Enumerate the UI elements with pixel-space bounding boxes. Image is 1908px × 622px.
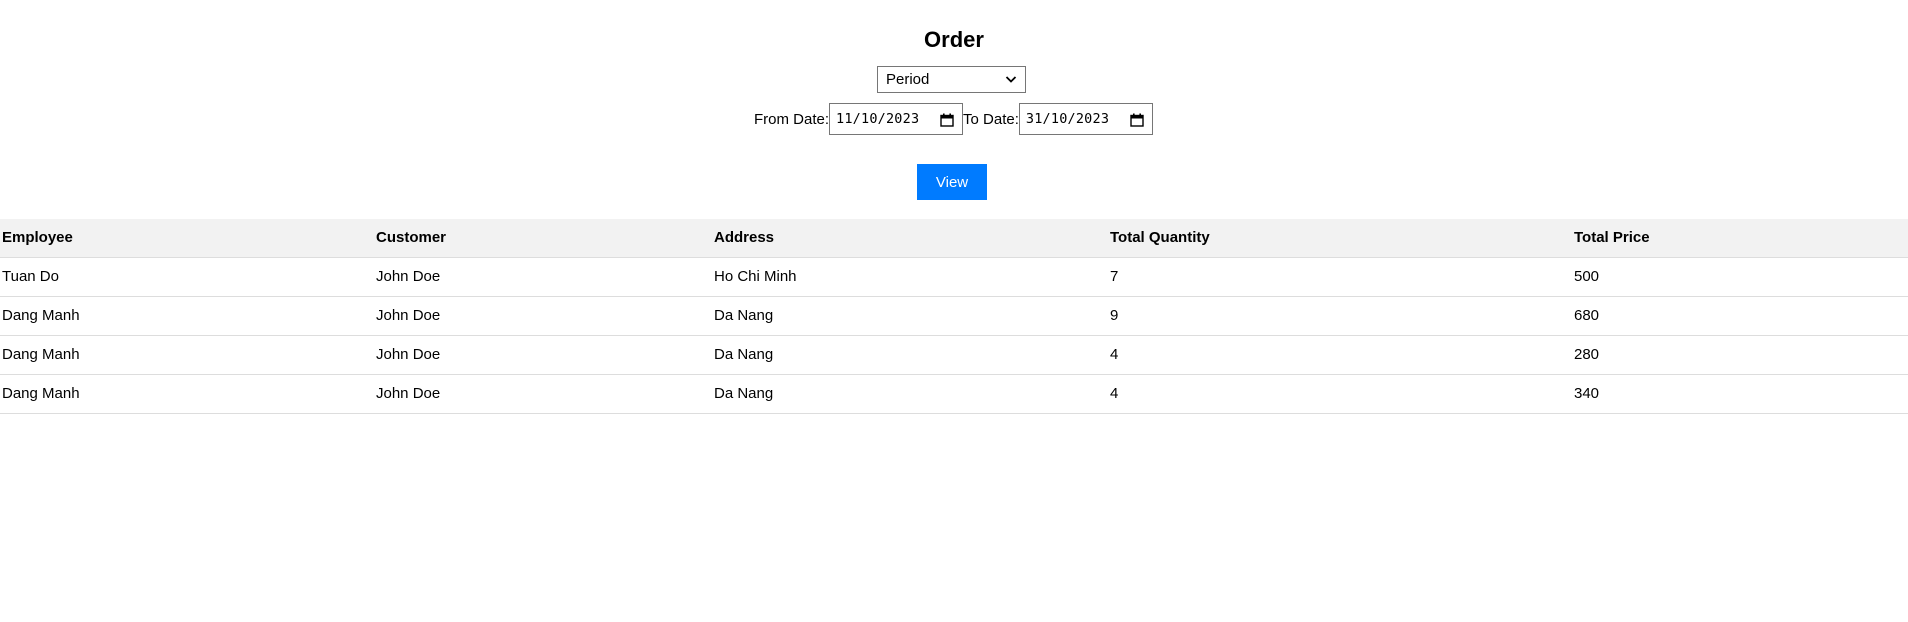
header-address: Address — [712, 219, 1108, 258]
page-title: Order — [924, 27, 984, 52]
orders-table: Employee Customer Address Total Quantity… — [0, 219, 1908, 414]
cell-total-quantity: 7 — [1108, 257, 1572, 297]
cell-customer: John Doe — [374, 257, 712, 297]
from-date-input[interactable]: 11/10/2023 — [829, 103, 964, 135]
cell-total-quantity: 4 — [1108, 374, 1572, 414]
calendar-icon[interactable] — [940, 113, 954, 127]
order-page: Order Period From Date: 11/10/2023 To Da… — [0, 0, 1908, 622]
cell-address: Da Nang — [712, 296, 1108, 336]
calendar-icon[interactable] — [1130, 113, 1144, 127]
table-row: Tuan Do John Doe Ho Chi Minh 7 500 — [0, 257, 1908, 297]
chevron-down-icon — [1005, 76, 1017, 83]
to-date-label: To Date: — [963, 110, 1019, 128]
header-total-quantity: Total Quantity — [1108, 219, 1572, 258]
date-range: From Date: 11/10/2023 To Date: 31/10/202… — [754, 103, 1153, 135]
table-header-row: Employee Customer Address Total Quantity… — [0, 219, 1908, 258]
cell-total-price: 680 — [1572, 296, 1908, 336]
to-date-value: 31/10/2023 — [1025, 111, 1110, 127]
header-total-price: Total Price — [1572, 219, 1908, 258]
cell-total-quantity: 9 — [1108, 296, 1572, 336]
period-select[interactable]: Period — [877, 66, 1026, 93]
cell-address: Ho Chi Minh — [712, 257, 1108, 297]
cell-customer: John Doe — [374, 374, 712, 414]
period-select-value: Period — [886, 71, 930, 88]
table-row: Dang Manh John Doe Da Nang 4 280 — [0, 335, 1908, 375]
to-date-input[interactable]: 31/10/2023 — [1018, 103, 1153, 135]
cell-customer: John Doe — [374, 296, 712, 336]
table-row: Dang Manh John Doe Da Nang 9 680 — [0, 296, 1908, 336]
cell-employee: Dang Manh — [0, 374, 374, 414]
cell-address: Da Nang — [712, 335, 1108, 375]
cell-total-price: 340 — [1572, 374, 1908, 414]
table-row: Dang Manh John Doe Da Nang 4 340 — [0, 374, 1908, 414]
header-employee: Employee — [0, 219, 374, 258]
cell-total-price: 500 — [1572, 257, 1908, 297]
header-customer: Customer — [374, 219, 712, 258]
cell-customer: John Doe — [374, 335, 712, 375]
cell-employee: Tuan Do — [0, 257, 374, 297]
cell-total-price: 280 — [1572, 335, 1908, 375]
cell-total-quantity: 4 — [1108, 335, 1572, 375]
cell-employee: Dang Manh — [0, 296, 374, 336]
cell-employee: Dang Manh — [0, 335, 374, 375]
from-date-value: 11/10/2023 — [836, 111, 920, 127]
from-date-label: From Date: — [754, 110, 830, 128]
view-button[interactable]: View — [917, 164, 987, 200]
cell-address: Da Nang — [712, 374, 1108, 414]
